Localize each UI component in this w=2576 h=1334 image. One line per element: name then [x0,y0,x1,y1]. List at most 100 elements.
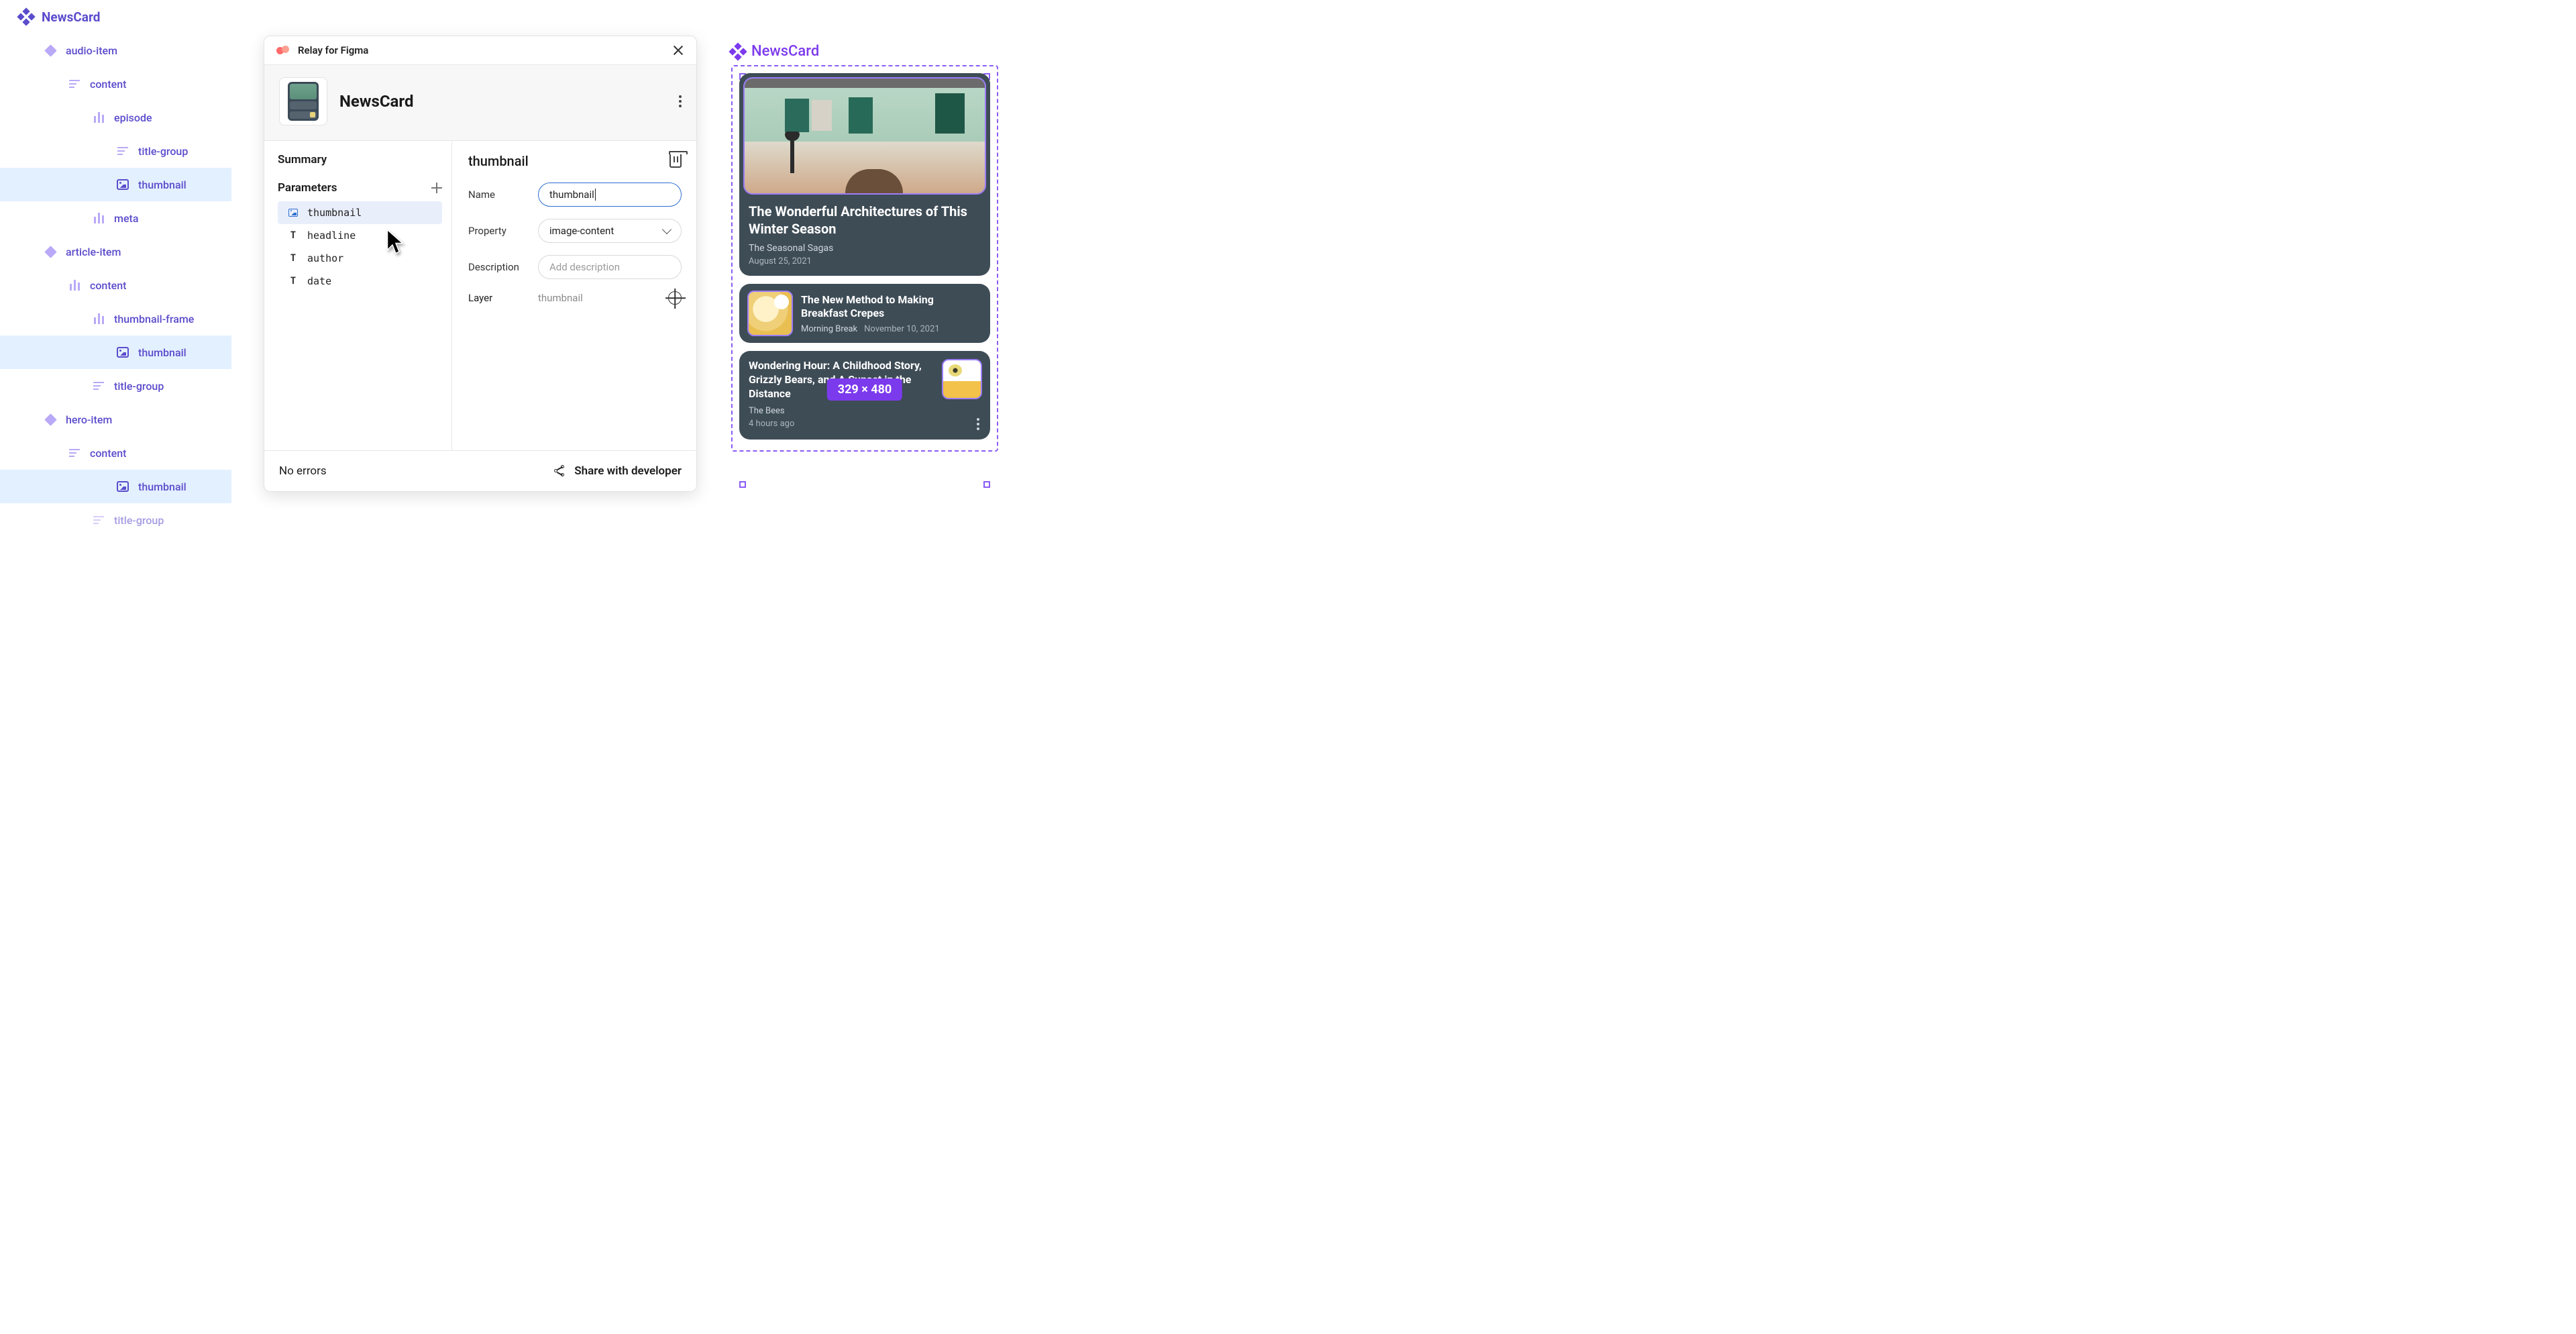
tree-label: content [90,78,126,91]
hero-card[interactable]: The Wonderful Architectures of This Wint… [739,73,990,276]
param-headline[interactable]: T headline [278,224,442,247]
tree-root-newscard[interactable]: NewsCard [0,0,231,34]
component-icon [43,244,58,259]
tree-label: meta [114,212,138,225]
autolayout-icon [91,211,106,225]
layer-value: thumbnail [527,292,668,304]
tree-label: audio-item [66,44,117,57]
frame-icon [91,513,106,527]
add-parameter-icon[interactable] [431,183,442,193]
image-icon [115,345,130,360]
plugin-titlebar: Relay for Figma [264,36,696,65]
name-value: thumbnail [549,189,594,201]
image-icon [115,177,130,192]
article-date: November 10, 2021 [864,324,940,334]
share-with-developer-button[interactable]: Share with developer [554,464,682,478]
tree-label: thumbnail [138,480,186,493]
share-label: Share with developer [574,464,682,478]
tree-label: content [90,447,126,460]
description-input[interactable]: Add description [538,255,682,279]
frame-icon [115,144,130,158]
autolayout-icon [67,278,82,293]
relay-logo-icon [276,46,290,55]
text-param-icon: T [288,230,298,241]
image-param-icon [288,209,298,217]
param-author[interactable]: T author [278,247,442,270]
param-label: headline [307,229,356,242]
delete-icon[interactable] [669,154,682,168]
tree-item-title-group[interactable]: title-group [0,503,231,537]
audio-thumbnail[interactable] [942,359,982,399]
property-select[interactable]: image-content [538,219,682,243]
component-set-icon [19,9,34,24]
chevron-down-icon [662,225,672,234]
more-menu-icon[interactable] [977,418,979,430]
description-placeholder: Add description [549,261,620,273]
tree-item-thumbnail[interactable]: thumbnail [0,168,231,201]
component-icon [43,43,58,58]
right-column: thumbnail Name thumbnail Property image-… [452,141,696,450]
parameters-section[interactable]: Parameters [278,181,337,195]
tree-item-title-group[interactable]: title-group [0,369,231,403]
layer-tree: NewsCard audio-item content episode titl… [0,0,231,1334]
hero-thumbnail[interactable] [743,77,986,195]
text-param-icon: T [288,276,298,287]
article-card[interactable]: The New Method to Making Breakfast Crepe… [739,284,990,343]
tree-item-episode[interactable]: episode [0,101,231,134]
tree-item-content[interactable]: content [0,436,231,470]
image-icon [115,479,130,494]
selection-bounds[interactable]: The Wonderful Architectures of This Wint… [731,65,998,452]
tree-item-thumbnail-frame[interactable]: thumbnail-frame [0,302,231,336]
locate-layer-icon[interactable] [668,291,682,305]
canvas-title-text: NewsCard [751,43,819,60]
detail-title: thumbnail [468,153,529,169]
selection-handle[interactable] [739,481,746,488]
name-input[interactable]: thumbnail [538,183,682,207]
audio-source: The Bees [749,406,981,416]
frame-icon [67,446,82,460]
component-preview-thumbnail [279,77,327,125]
summary-section[interactable]: Summary [278,153,442,166]
tree-label: thumbnail [138,178,186,191]
tree-item-hero-item[interactable]: hero-item [0,403,231,436]
tree-item-meta[interactable]: meta [0,201,231,235]
tree-item-title-group[interactable]: title-group [0,134,231,168]
tree-label: thumbnail [138,346,186,359]
tree-label: article-item [66,246,121,258]
more-menu-icon[interactable] [679,95,682,107]
tree-item-thumbnail[interactable]: thumbnail [0,336,231,369]
selection-size-badge: 329 × 480 [827,378,902,401]
share-icon [554,465,566,477]
property-label: Property [468,225,527,237]
hero-date: August 25, 2021 [749,256,981,266]
text-caret [595,189,596,201]
tree-item-audio-item[interactable]: audio-item [0,34,231,67]
canvas-preview: NewsCard The Wonderful Architectures of … [731,43,998,452]
tree-label: thumbnail-frame [114,313,194,325]
close-icon[interactable] [672,44,684,56]
tree-label: NewsCard [42,9,100,25]
tree-label: content [90,279,126,292]
hero-source: The Seasonal Sagas [749,243,981,254]
canvas-component-label[interactable]: NewsCard [731,43,998,60]
plugin-title: Relay for Figma [298,44,368,56]
param-thumbnail[interactable]: thumbnail [278,201,442,224]
tree-label: title-group [138,145,188,158]
error-status: No errors [279,464,327,478]
autolayout-icon [91,110,106,125]
left-column: Summary Parameters thumbnail T headline … [264,141,452,450]
frame-icon [91,378,106,393]
tree-item-article-item[interactable]: article-item [0,235,231,268]
hero-headline: The Wonderful Architectures of This Wint… [749,203,981,238]
param-date[interactable]: T date [278,270,442,293]
tree-label: title-group [114,380,164,393]
selection-handle[interactable] [983,481,990,488]
component-name: NewsCard [339,92,413,111]
panel-footer: No errors Share with developer [264,450,696,491]
tree-item-content[interactable]: content [0,67,231,101]
article-source: Morning Break [801,324,857,334]
tree-item-content[interactable]: content [0,268,231,302]
component-set-icon [731,45,745,58]
article-thumbnail[interactable] [747,291,793,336]
tree-item-thumbnail[interactable]: thumbnail [0,470,231,503]
